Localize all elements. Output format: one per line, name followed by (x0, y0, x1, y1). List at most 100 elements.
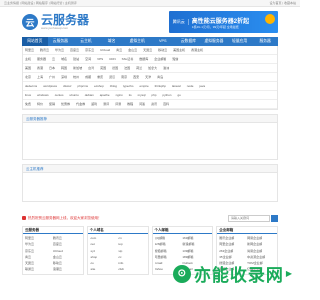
tag-link[interactable]: 重庆 (97, 75, 103, 79)
nav-item[interactable]: 云服务器 (48, 37, 74, 46)
tag-link[interactable]: 短信 (172, 57, 178, 61)
tag-link[interactable]: UCloud (100, 48, 110, 52)
column-link[interactable]: .club (118, 266, 146, 272)
tag-link[interactable]: php (151, 93, 156, 97)
nav-item[interactable]: 虚拟主机 (124, 37, 150, 46)
tag-link[interactable]: 服务器 (37, 57, 46, 61)
tag-link[interactable]: dedecms (25, 84, 37, 88)
tag-link[interactable]: 金山云 (128, 48, 137, 52)
tag-link[interactable]: 深圳 (61, 75, 67, 79)
nav-item[interactable]: 服务器 (252, 37, 278, 46)
tag-link[interactable]: nginx (116, 93, 123, 97)
tag-link[interactable]: node (187, 84, 194, 88)
tag-link[interactable]: 法国 (124, 66, 130, 70)
tag-link[interactable]: phpcms (78, 84, 89, 88)
top-right-links[interactable]: 设为首页 | 收藏本站 (270, 1, 296, 5)
tag-link[interactable]: 京东云 (85, 48, 94, 52)
tag-link[interactable]: 广州 (49, 75, 55, 79)
tag-link[interactable]: 百科 (163, 102, 169, 106)
top-links[interactable]: 云业务情报 | 网站建设 | 网站程序 | 网站托管 | 主机测评 (4, 1, 77, 5)
tag-link[interactable]: zblog (110, 84, 117, 88)
tag-link[interactable]: 荷兰 (136, 66, 142, 70)
column-link[interactable]: .site (90, 266, 118, 272)
tag-link[interactable]: 西安 (133, 75, 139, 79)
tag-link[interactable]: 南京 (121, 75, 127, 79)
tag-link[interactable]: 天津 (145, 75, 151, 79)
tag-link[interactable]: 德国 (112, 66, 118, 70)
tag-link[interactable]: 百度云 (70, 48, 79, 52)
nav-item-home[interactable]: 网站首页 (22, 37, 48, 46)
tag-link[interactable]: linux (25, 93, 31, 97)
tag-link[interactable]: 上海 (37, 75, 43, 79)
tag-link[interactable]: 美国主机 (173, 48, 185, 52)
tag-link[interactable]: debian (85, 93, 94, 97)
tag-link[interactable]: 华为云 (55, 48, 64, 52)
tag-link[interactable]: 北京 (25, 75, 31, 79)
tag-link[interactable]: empire (139, 84, 148, 88)
tag-link[interactable]: 香港 (37, 66, 43, 70)
tag-link[interactable]: java (199, 84, 205, 88)
tag-link[interactable]: CDN (109, 57, 116, 61)
tag-link[interactable]: 美国 (25, 66, 31, 70)
tag-link[interactable]: ubuntu (70, 93, 79, 97)
header-ad-banner[interactable]: 腾讯云 高性能云服务器2折起 1核2G 1元/月，99元/年起 全场最低 (168, 11, 278, 33)
tag-link[interactable]: 香港主机 (191, 48, 203, 52)
tag-link[interactable]: 代金券 (76, 102, 85, 106)
tag-link[interactable]: 域名 (61, 57, 67, 61)
search-input[interactable] (228, 214, 270, 222)
tag-link[interactable]: 空间 (85, 57, 91, 61)
tag-link[interactable]: thinkphp (155, 84, 166, 88)
tag-link[interactable]: 主机 (25, 57, 31, 61)
tag-link[interactable]: 韩国 (61, 66, 67, 70)
tag-link[interactable]: 云 (52, 57, 55, 61)
tag-link[interactable]: centos (55, 93, 64, 97)
tag-link[interactable]: typecho (123, 84, 134, 88)
tag-link[interactable]: 日本 (49, 66, 55, 70)
nav-item[interactable]: 轻量应用 (227, 37, 253, 46)
tag-link[interactable]: 腾讯云 (40, 48, 49, 52)
search-button[interactable] (271, 214, 278, 222)
tag-link[interactable]: 新加坡 (73, 66, 82, 70)
tag-link[interactable]: discuz (63, 84, 72, 88)
column-link[interactable]: 浪潮云 (53, 266, 81, 272)
tag-link[interactable]: mysql (138, 93, 146, 97)
nav-item[interactable]: 云数据库 (176, 37, 202, 46)
tag-link[interactable]: 优惠券 (61, 102, 70, 106)
column-link[interactable]: 联通云 (25, 266, 53, 272)
tag-link[interactable]: 返利 (91, 102, 97, 106)
site-logo[interactable]: 云 云服务器 www.yunfuwuqi.com (22, 14, 139, 30)
tag-link[interactable]: wordpress (43, 84, 57, 88)
tag-link[interactable]: ecshop (94, 84, 104, 88)
tag-link[interactable]: go (177, 93, 180, 97)
tag-link[interactable]: 武汉 (109, 75, 115, 79)
tag-link[interactable]: 英国 (100, 66, 106, 70)
tag-link[interactable]: 杭州 (73, 75, 79, 79)
nav-item[interactable]: VPS (150, 37, 176, 46)
tag-link[interactable]: 教程 (127, 102, 133, 106)
tag-link[interactable]: 天翼云 (143, 48, 152, 52)
tag-link[interactable]: 建站 (73, 57, 79, 61)
tag-link[interactable]: 青云 (116, 48, 122, 52)
nav-item[interactable]: 虚拟服务器 (201, 37, 227, 46)
tag-link[interactable]: 测评 (103, 102, 109, 106)
tag-link[interactable]: 台湾 (88, 66, 94, 70)
nav-item[interactable]: 域名 (99, 37, 125, 46)
tag-link[interactable]: SSL证书 (122, 57, 134, 61)
tag-link[interactable]: 特价 (37, 102, 43, 106)
tag-link[interactable]: iis (129, 93, 132, 97)
tag-link[interactable]: 青岛 (157, 75, 163, 79)
tag-link[interactable]: laravel (172, 84, 181, 88)
tag-link[interactable]: 资讯 (151, 102, 157, 106)
tag-link[interactable]: 数据库 (139, 57, 148, 61)
tag-link[interactable]: 成都 (85, 75, 91, 79)
tag-link[interactable]: VPS (97, 57, 103, 61)
nav-item[interactable]: 云主机 (73, 37, 99, 46)
tag-link[interactable]: 促销 (49, 102, 55, 106)
tag-link[interactable]: 移动云 (158, 48, 167, 52)
tag-link[interactable]: python (162, 93, 171, 97)
tag-link[interactable]: 加拿大 (148, 66, 157, 70)
tag-link[interactable]: 企业邮箱 (154, 57, 166, 61)
tag-link[interactable]: 免费 (25, 102, 31, 106)
tag-link[interactable]: windows (37, 93, 49, 97)
tag-link[interactable]: 问答 (139, 102, 145, 106)
